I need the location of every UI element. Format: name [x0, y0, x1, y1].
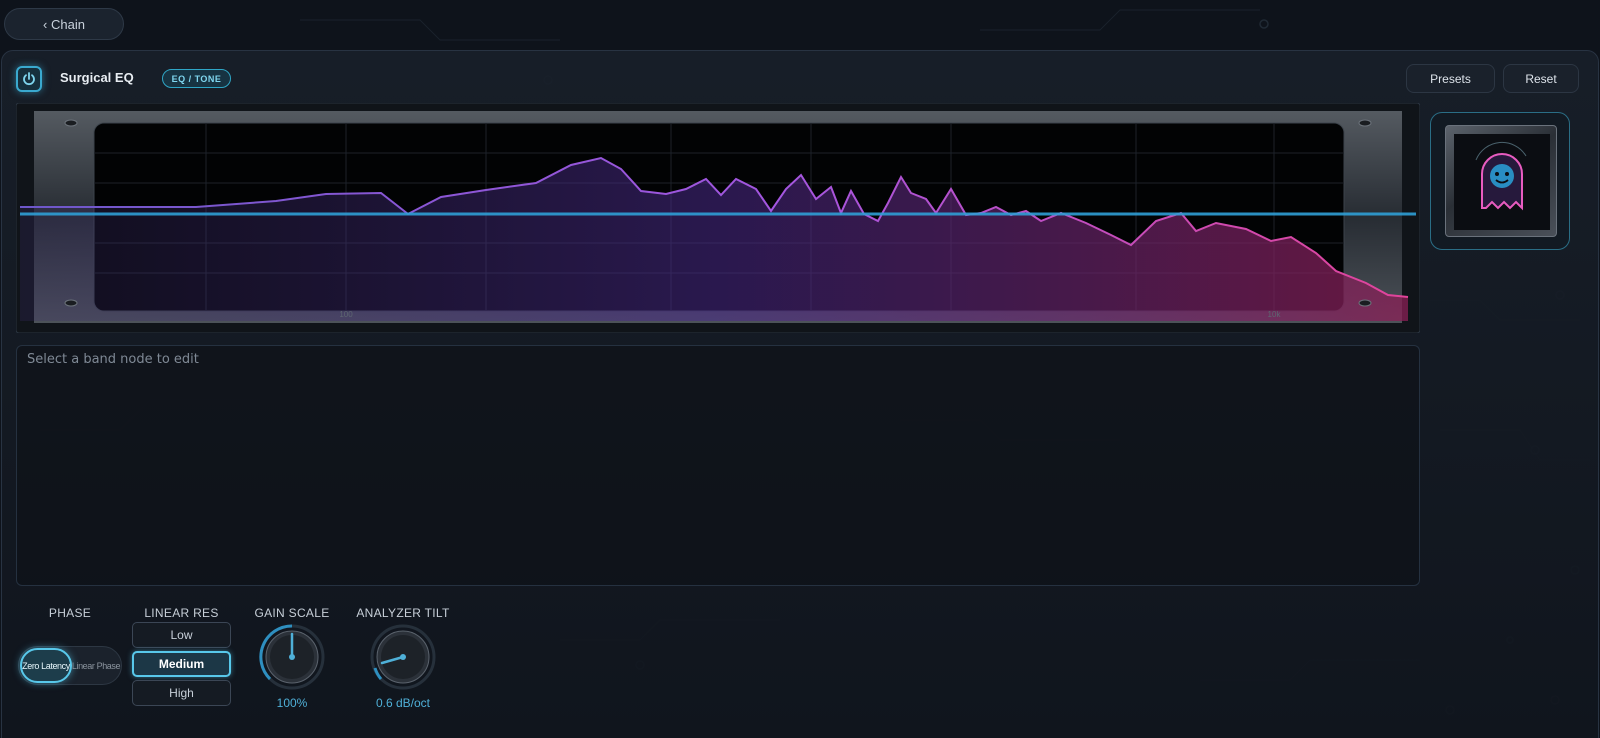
- linear-res-medium-button[interactable]: Medium: [132, 651, 231, 677]
- gain-scale-value: 100%: [276, 696, 308, 710]
- phase-label: PHASE: [48, 606, 92, 620]
- power-icon: [23, 72, 35, 86]
- gain-scale-knob[interactable]: [259, 624, 325, 690]
- power-button[interactable]: [16, 66, 42, 92]
- thumbnail-frame: [1445, 125, 1557, 237]
- band-editor-panel: Select a band node to edit: [16, 345, 1420, 586]
- gain-scale-label: GAIN SCALE: [254, 606, 330, 620]
- analyzer-tilt-knob[interactable]: [370, 624, 436, 690]
- plugin-title: Surgical EQ: [60, 70, 134, 85]
- analyzer-tilt-label: ANALYZER TILT: [356, 606, 450, 620]
- phase-option-zero-latency[interactable]: Zero Latency: [20, 648, 72, 683]
- freq-label-100: 100: [339, 310, 353, 319]
- analyzer-tilt-value: 0.6 dB/oct: [375, 696, 431, 710]
- linear-res-low-button[interactable]: Low: [132, 622, 231, 648]
- presets-button[interactable]: Presets: [1406, 64, 1495, 93]
- eq-spectrum-display[interactable]: 100 10k: [15, 102, 1421, 334]
- freq-label-10k: 10k: [1268, 310, 1282, 319]
- reset-button[interactable]: Reset: [1503, 64, 1579, 93]
- linear-res-label: LINEAR RES: [144, 606, 219, 620]
- phase-option-linear-phase[interactable]: Linear Phase: [70, 648, 122, 683]
- plugin-thumbnail: [1430, 112, 1570, 250]
- ghost-icon: [1454, 134, 1550, 230]
- back-to-chain-button[interactable]: ‹ Chain: [4, 8, 124, 40]
- linear-res-high-button[interactable]: High: [132, 680, 231, 706]
- phase-toggle[interactable]: Zero Latency Linear Phase: [18, 646, 122, 685]
- category-badge: EQ / TONE: [162, 69, 231, 88]
- band-editor-hint: Select a band node to edit: [27, 352, 199, 367]
